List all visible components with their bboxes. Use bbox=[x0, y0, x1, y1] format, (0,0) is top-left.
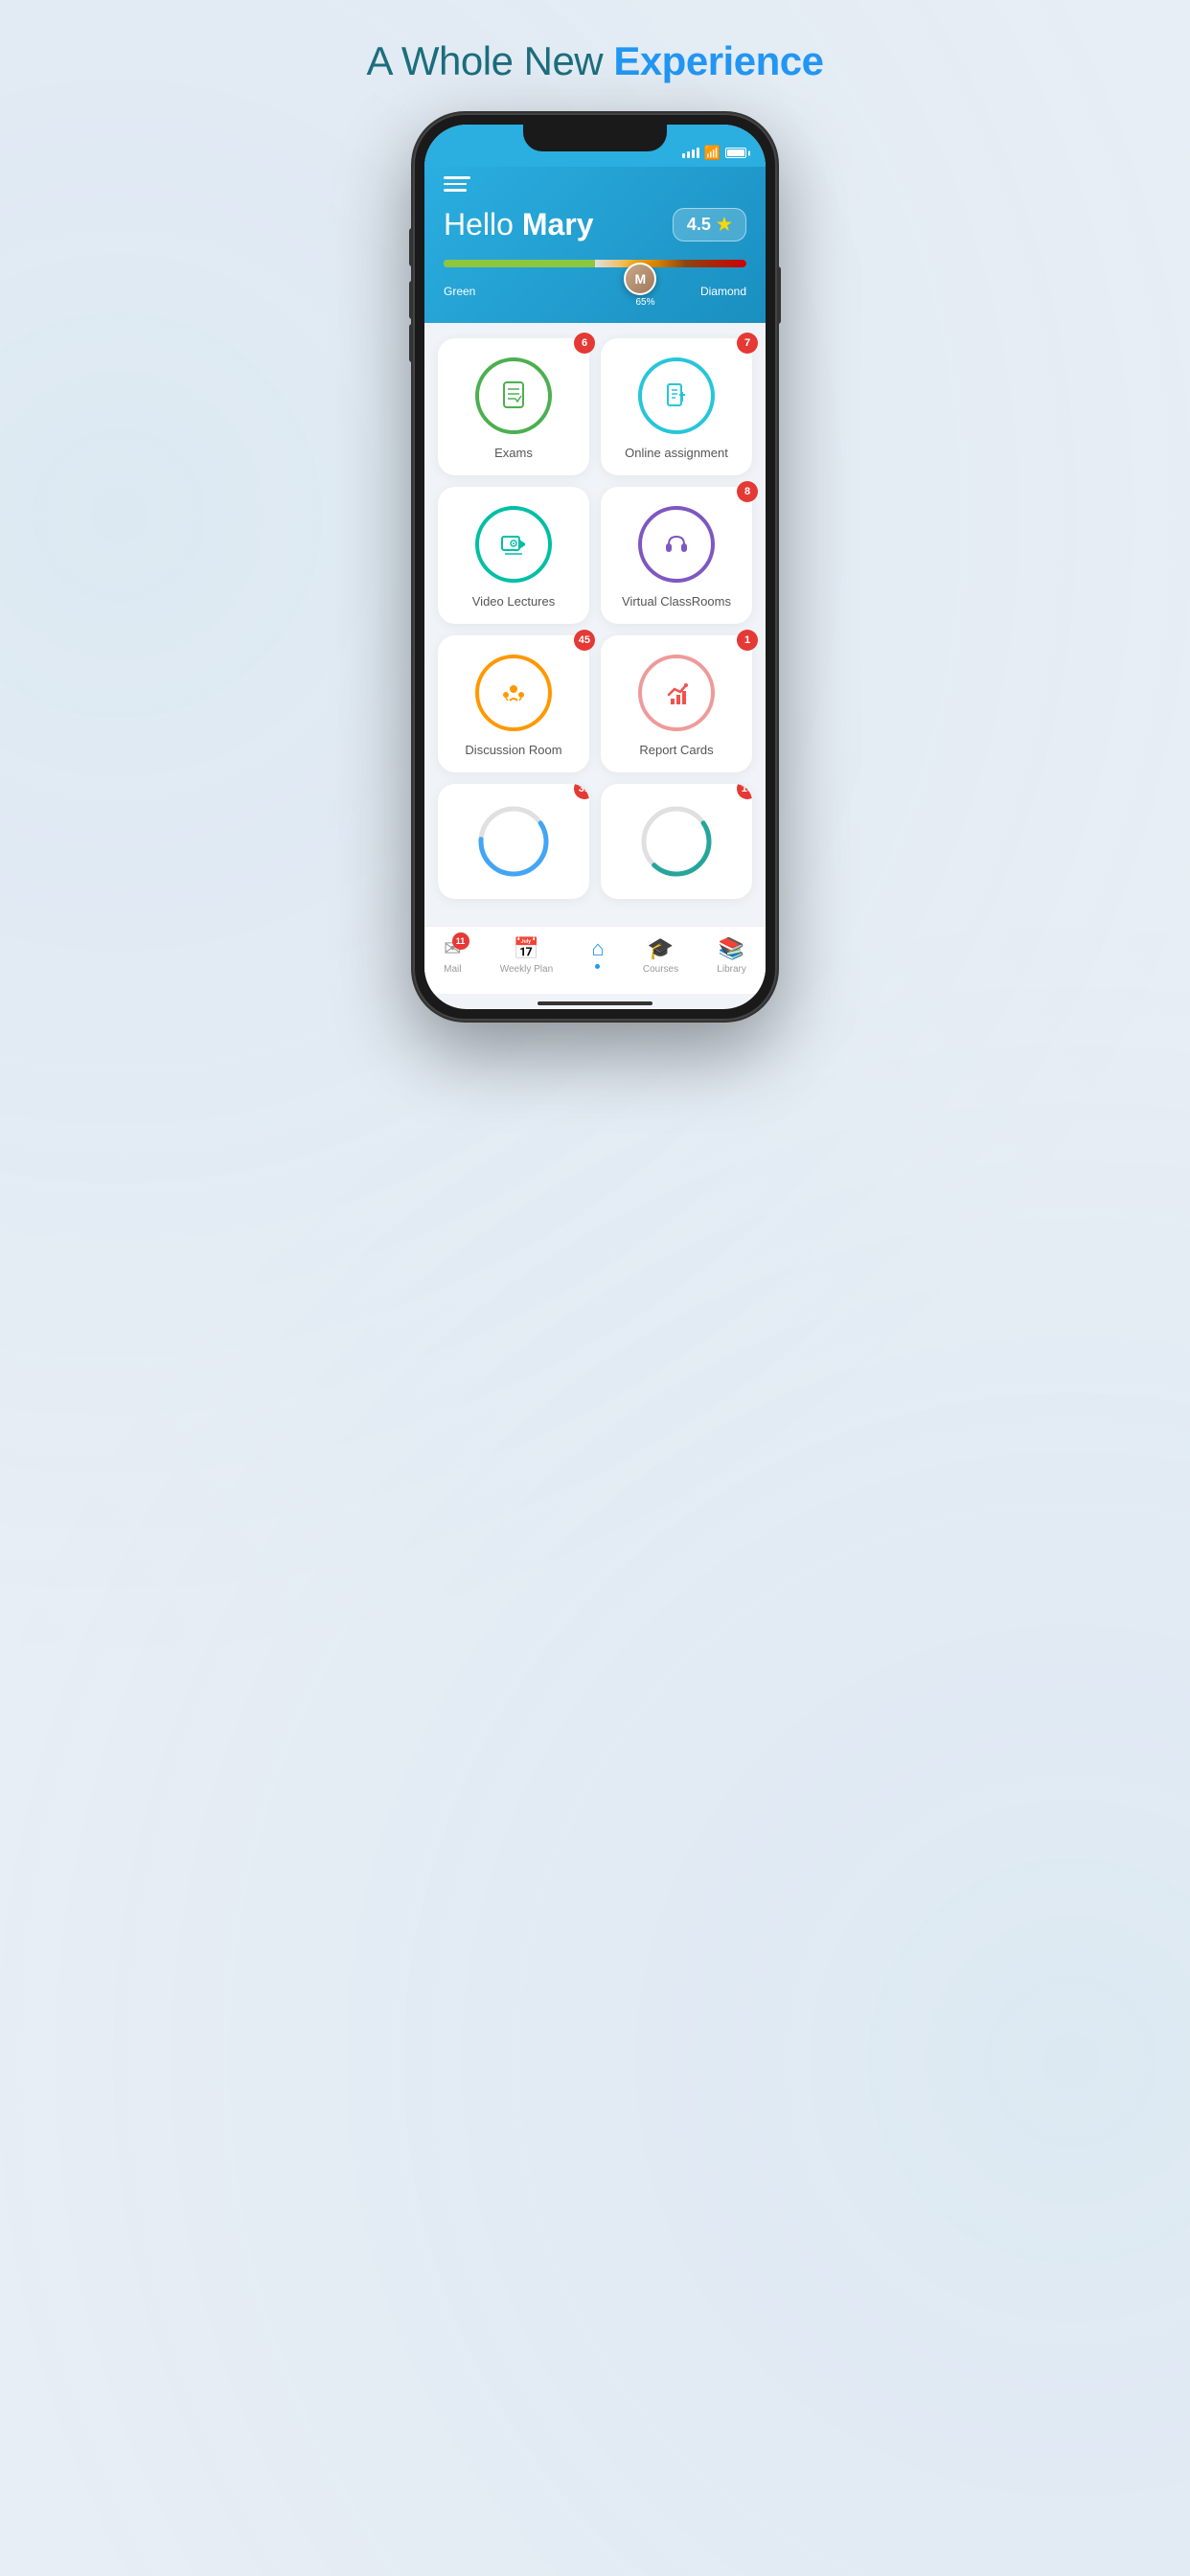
exam-icon bbox=[494, 377, 533, 415]
card-grid-row3: 45 Discussion Room bbox=[438, 635, 752, 772]
nav-weekly-plan[interactable]: 📅 Weekly Plan bbox=[500, 936, 553, 975]
partial-icon-1 bbox=[475, 803, 552, 880]
courses-icon: 🎓 bbox=[648, 936, 674, 961]
badge-partial-2: 13 bbox=[737, 784, 752, 799]
badge-exams: 6 bbox=[574, 333, 595, 354]
progress-labels: Green Diamond bbox=[444, 285, 746, 298]
progress-container: M 65% Green Diamond bbox=[444, 260, 746, 298]
card-partial-1[interactable]: 31 bbox=[438, 784, 589, 899]
card-grid-row1: 6 Exams 7 bbox=[438, 338, 752, 475]
menu-button[interactable] bbox=[444, 176, 746, 192]
nav-courses[interactable]: 🎓 Courses bbox=[643, 936, 678, 975]
badge-partial-1: 31 bbox=[574, 784, 589, 799]
phone-screen: 📶 Hello Mary 4.5 ★ bbox=[424, 125, 766, 1009]
headphone-icon bbox=[657, 525, 696, 564]
home-active-dot bbox=[595, 964, 600, 969]
bottom-nav: ✉ 11 Mail 📅 Weekly Plan ⌂ 🎓 Courses 📚 Li… bbox=[424, 926, 766, 994]
battery-icon bbox=[725, 148, 746, 158]
library-icon: 📚 bbox=[719, 936, 744, 961]
nav-home[interactable]: ⌂ bbox=[591, 936, 604, 975]
wifi-icon: 📶 bbox=[704, 145, 721, 161]
badge-discussion-room: 45 bbox=[574, 630, 595, 651]
card-discussion-room[interactable]: 45 Discussion Room bbox=[438, 635, 589, 772]
label-exams: Exams bbox=[494, 446, 533, 460]
icon-virtual-classrooms bbox=[638, 506, 715, 583]
calendar-icon: 📅 bbox=[514, 936, 539, 961]
status-icons: 📶 bbox=[682, 145, 746, 161]
card-virtual-classrooms[interactable]: 8 Virtual ClassRooms bbox=[601, 487, 752, 624]
nav-label-mail: Mail bbox=[444, 964, 461, 975]
icon-online-assignment bbox=[638, 357, 715, 434]
label-video-lectures: Video Lectures bbox=[472, 594, 556, 609]
discussion-icon bbox=[494, 674, 533, 712]
partial-icon-2 bbox=[638, 803, 715, 880]
nav-label-library: Library bbox=[717, 964, 746, 975]
home-icon: ⌂ bbox=[591, 936, 604, 961]
progress-track bbox=[444, 260, 746, 267]
badge-online-assignment: 7 bbox=[737, 333, 758, 354]
icon-report-cards bbox=[638, 655, 715, 731]
icon-exams bbox=[475, 357, 552, 434]
label-virtual-classrooms: Virtual ClassRooms bbox=[622, 594, 731, 609]
card-grid-row2: Video Lectures 8 Virtual ClassRooms bbox=[438, 487, 752, 624]
main-content: 6 Exams 7 bbox=[424, 323, 766, 926]
badge-virtual-classrooms: 8 bbox=[737, 481, 758, 502]
progress-fill bbox=[444, 260, 746, 267]
card-report-cards[interactable]: 1 Report Cards bbox=[601, 635, 752, 772]
progress-percent: 65% bbox=[635, 297, 654, 308]
notch bbox=[523, 125, 667, 151]
avatar: M bbox=[624, 263, 656, 295]
greeting-row: Hello Mary 4.5 ★ bbox=[444, 207, 746, 242]
card-online-assignment[interactable]: 7 Online assignment bbox=[601, 338, 752, 475]
phone-frame: 📶 Hello Mary 4.5 ★ bbox=[413, 113, 777, 1021]
card-exams[interactable]: 6 Exams bbox=[438, 338, 589, 475]
card-video-lectures[interactable]: Video Lectures bbox=[438, 487, 589, 624]
report-icon bbox=[657, 674, 696, 712]
nav-label-courses: Courses bbox=[643, 964, 678, 975]
page-title: A Whole New Experience bbox=[367, 38, 824, 84]
nav-label-weekly-plan: Weekly Plan bbox=[500, 964, 553, 975]
progress-label-right: Diamond bbox=[700, 285, 746, 298]
card-grid-row4: 31 13 bbox=[438, 784, 752, 899]
app-header: Hello Mary 4.5 ★ M 65% Green bbox=[424, 167, 766, 323]
assignment-icon bbox=[657, 377, 696, 415]
card-partial-2[interactable]: 13 bbox=[601, 784, 752, 899]
icon-discussion-room bbox=[475, 655, 552, 731]
nav-library[interactable]: 📚 Library bbox=[717, 936, 746, 975]
signal-bars-icon bbox=[682, 148, 699, 158]
video-icon bbox=[494, 525, 533, 564]
nav-badge-mail: 11 bbox=[452, 932, 469, 950]
progress-label-left: Green bbox=[444, 285, 475, 298]
label-discussion-room: Discussion Room bbox=[465, 743, 561, 757]
greeting-text: Hello Mary bbox=[444, 207, 594, 242]
icon-video-lectures bbox=[475, 506, 552, 583]
home-indicator bbox=[538, 1001, 652, 1005]
label-report-cards: Report Cards bbox=[639, 743, 713, 757]
badge-report-cards: 1 bbox=[737, 630, 758, 651]
label-online-assignment: Online assignment bbox=[625, 446, 728, 460]
star-icon: ★ bbox=[717, 215, 732, 235]
nav-mail[interactable]: ✉ 11 Mail bbox=[444, 936, 461, 975]
rating-badge: 4.5 ★ bbox=[673, 208, 746, 242]
progress-thumb: M 65% bbox=[624, 263, 656, 295]
